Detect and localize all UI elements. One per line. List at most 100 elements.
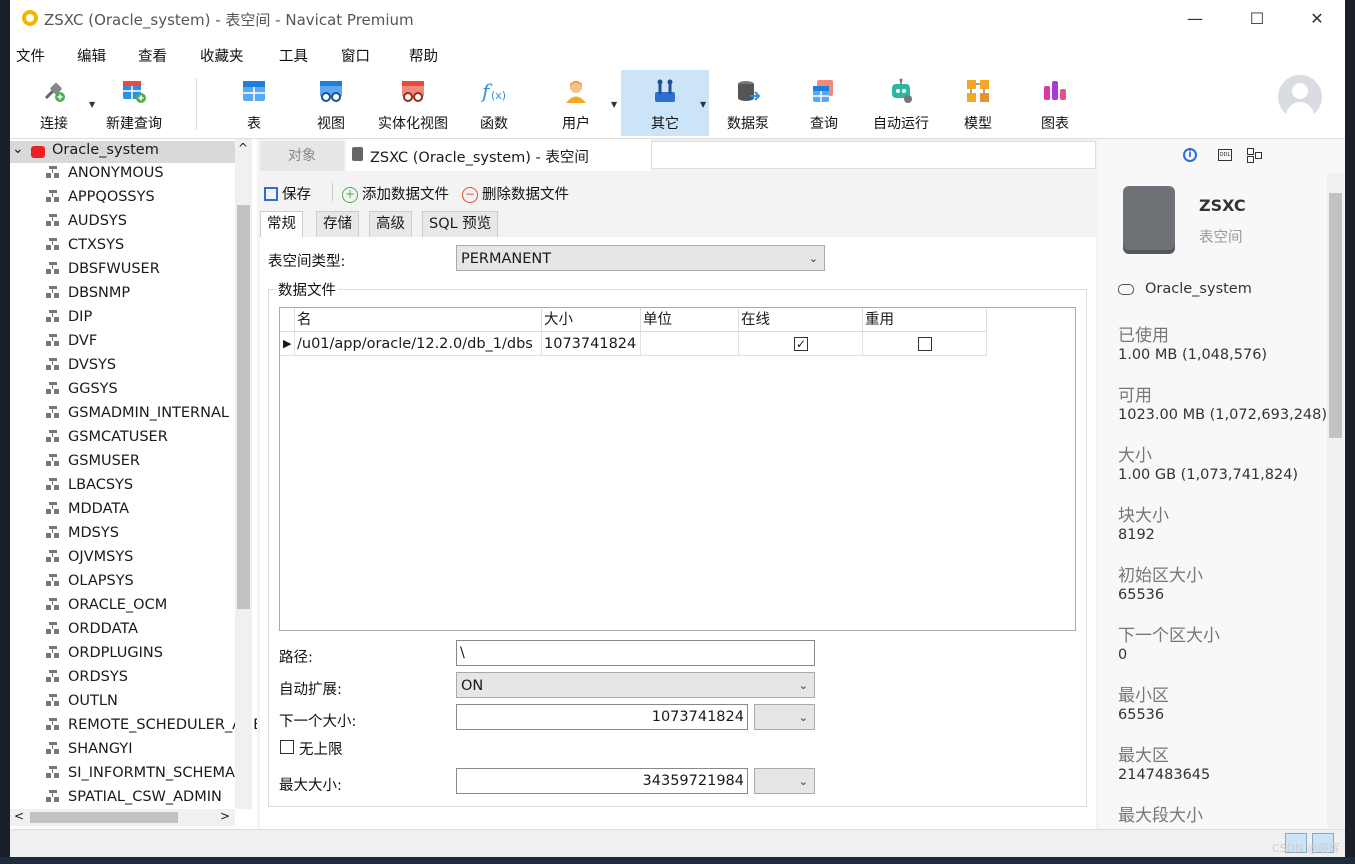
- ddl-icon[interactable]: DDL: [1218, 149, 1232, 161]
- navicat-logo-icon: [22, 10, 38, 26]
- close-button[interactable]: ✕: [1304, 6, 1330, 32]
- autoextend-select[interactable]: ON ⌄: [456, 672, 815, 698]
- tab-general[interactable]: 常规: [260, 211, 303, 237]
- tree-item-schema[interactable]: MDDATA: [46, 501, 129, 525]
- menu-view[interactable]: 查看: [138, 45, 167, 66]
- toolbar-data-pump-button[interactable]: 数据泵: [717, 70, 779, 136]
- tree-item-schema[interactable]: APPQOSSYS: [46, 189, 155, 213]
- tree-item-schema[interactable]: MDSYS: [46, 525, 119, 549]
- column-header-size[interactable]: 大小: [542, 308, 641, 332]
- user-dropdown-icon[interactable]: ▼: [611, 100, 617, 109]
- user-avatar[interactable]: [1278, 75, 1322, 119]
- toolbar-new-query-button[interactable]: 新建查询: [102, 70, 166, 136]
- scroll-thumb[interactable]: [30, 812, 178, 823]
- tree-item-schema[interactable]: SI_INFORMTN_SCHEMA: [46, 765, 235, 789]
- toolbar-automation-button[interactable]: 自动运行: [866, 70, 936, 136]
- toolbar-view-button[interactable]: 视图: [300, 70, 362, 136]
- max-size-input[interactable]: 34359721984: [456, 768, 748, 794]
- tree-item-schema[interactable]: ORACLE_OCM: [46, 597, 167, 621]
- next-size-unit-select[interactable]: ⌄: [754, 704, 815, 730]
- scroll-thumb[interactable]: [1329, 193, 1342, 438]
- menu-tools[interactable]: 工具: [279, 45, 308, 66]
- tree-item-schema[interactable]: DVF: [46, 333, 97, 357]
- toolbar-model-button[interactable]: 模型: [948, 70, 1008, 136]
- menu-file[interactable]: 文件: [16, 45, 45, 66]
- cell-name[interactable]: /u01/app/oracle/12.2.0/db_1/dbs: [295, 332, 542, 356]
- menu-help[interactable]: 帮助: [409, 45, 438, 66]
- column-header-online[interactable]: 在线: [739, 308, 863, 332]
- tree-item-schema[interactable]: OJVMSYS: [46, 549, 133, 573]
- tree-horizontal-scrollbar[interactable]: < >: [10, 809, 235, 826]
- online-checkbox[interactable]: ✓: [794, 337, 808, 351]
- add-circle-icon: +: [342, 187, 358, 203]
- toolbar-chart-button[interactable]: 图表: [1025, 70, 1085, 136]
- menu-window[interactable]: 窗口: [341, 45, 370, 66]
- toolbar-user-button[interactable]: 用户: [546, 70, 606, 136]
- toolbar-other-button[interactable]: 其它: [621, 70, 709, 136]
- tree-item-schema[interactable]: ANONYMOUS: [46, 165, 164, 189]
- maximize-button[interactable]: ☐: [1244, 6, 1270, 32]
- tree-vertical-scrollbar[interactable]: ^: [235, 139, 252, 809]
- tree-item-schema[interactable]: OLAPSYS: [46, 573, 134, 597]
- connection-dropdown-icon[interactable]: ▼: [89, 100, 95, 109]
- other-dropdown-icon[interactable]: ▼: [700, 100, 706, 109]
- path-input[interactable]: \: [456, 640, 815, 666]
- toolbar-function-button[interactable]: f (x) 函数: [464, 70, 524, 136]
- reuse-checkbox[interactable]: [918, 337, 932, 351]
- tree-item-schema[interactable]: GSMADMIN_INTERNAL: [46, 405, 229, 429]
- tree-item-schema[interactable]: DBSFWUSER: [46, 261, 160, 285]
- max-size-unit-select[interactable]: ⌄: [754, 768, 815, 794]
- tree-item-schema[interactable]: REMOTE_SCHEDULER_AGENT: [46, 717, 257, 741]
- column-header-reuse[interactable]: 重用: [863, 308, 987, 332]
- info-vertical-scrollbar[interactable]: [1327, 173, 1344, 828]
- tree-item-schema[interactable]: GGSYS: [46, 381, 118, 405]
- info-icon[interactable]: i: [1183, 148, 1197, 162]
- tab-tablespace[interactable]: ZSXC (Oracle_system) - 表空间: [346, 139, 651, 171]
- schema-icon: [46, 598, 60, 610]
- tab-sql-preview[interactable]: SQL 预览: [422, 211, 499, 237]
- save-button[interactable]: 保存: [264, 183, 311, 204]
- scroll-up-icon[interactable]: ^: [238, 141, 248, 155]
- tree-item-schema[interactable]: DIP: [46, 309, 92, 333]
- cell-reuse[interactable]: [863, 332, 987, 356]
- tree-item-schema[interactable]: AUDSYS: [46, 213, 127, 237]
- column-header-name[interactable]: 名: [295, 308, 542, 332]
- tree-item-schema[interactable]: ORDSYS: [46, 669, 128, 693]
- delete-datafile-button[interactable]: − 删除数据文件: [462, 183, 569, 204]
- collapse-arrow-icon[interactable]: ⌄: [12, 141, 24, 157]
- menu-favorites[interactable]: 收藏夹: [200, 45, 244, 66]
- next-size-input[interactable]: 1073741824: [456, 704, 748, 730]
- toolbar-connection-button[interactable]: 连接: [24, 70, 84, 136]
- add-datafile-button[interactable]: + 添加数据文件: [342, 183, 449, 204]
- tab-advanced[interactable]: 高级: [369, 211, 412, 237]
- tree-item-schema[interactable]: GSMCATUSER: [46, 429, 168, 453]
- cell-online[interactable]: ✓: [739, 332, 863, 356]
- tree-item-schema[interactable]: CTXSYS: [46, 237, 124, 261]
- minimize-button[interactable]: —: [1182, 6, 1208, 32]
- scroll-right-icon[interactable]: >: [220, 809, 230, 823]
- tablespace-type-select[interactable]: PERMANENT ⌄: [456, 245, 825, 271]
- tree-item-schema[interactable]: DBSNMP: [46, 285, 130, 309]
- tree-item-schema[interactable]: ORDDATA: [46, 621, 138, 645]
- cell-unit[interactable]: [641, 332, 739, 356]
- dependency-icon[interactable]: [1247, 148, 1262, 163]
- tab-objects[interactable]: 对象: [260, 141, 344, 171]
- menu-edit[interactable]: 编辑: [77, 45, 106, 66]
- tab-storage[interactable]: 存储: [316, 211, 359, 237]
- tree-item-schema[interactable]: DVSYS: [46, 357, 116, 381]
- toolbar-query-button[interactable]: 查询: [794, 70, 854, 136]
- tree-item-schema[interactable]: SHANGYI: [46, 741, 133, 765]
- unlimited-checkbox[interactable]: [280, 740, 294, 754]
- tree-item-schema[interactable]: OUTLN: [46, 693, 118, 717]
- tree-root-connection[interactable]: ⌄ Oracle_system: [10, 141, 235, 163]
- scroll-left-icon[interactable]: <: [14, 809, 24, 823]
- toolbar-table-button[interactable]: 表: [224, 70, 284, 136]
- tree-item-schema[interactable]: GSMUSER: [46, 453, 140, 477]
- scroll-thumb[interactable]: [237, 205, 250, 609]
- datafiles-grid[interactable]: 名 大小 单位 在线 重用 ▶ /u01/app/oracle/12.2.0/d…: [279, 307, 1076, 631]
- toolbar-materialized-view-button[interactable]: 实体化视图: [372, 70, 454, 136]
- column-header-unit[interactable]: 单位: [641, 308, 739, 332]
- tree-item-schema[interactable]: LBACSYS: [46, 477, 133, 501]
- tree-item-schema[interactable]: ORDPLUGINS: [46, 645, 163, 669]
- cell-size[interactable]: 1073741824: [542, 332, 641, 356]
